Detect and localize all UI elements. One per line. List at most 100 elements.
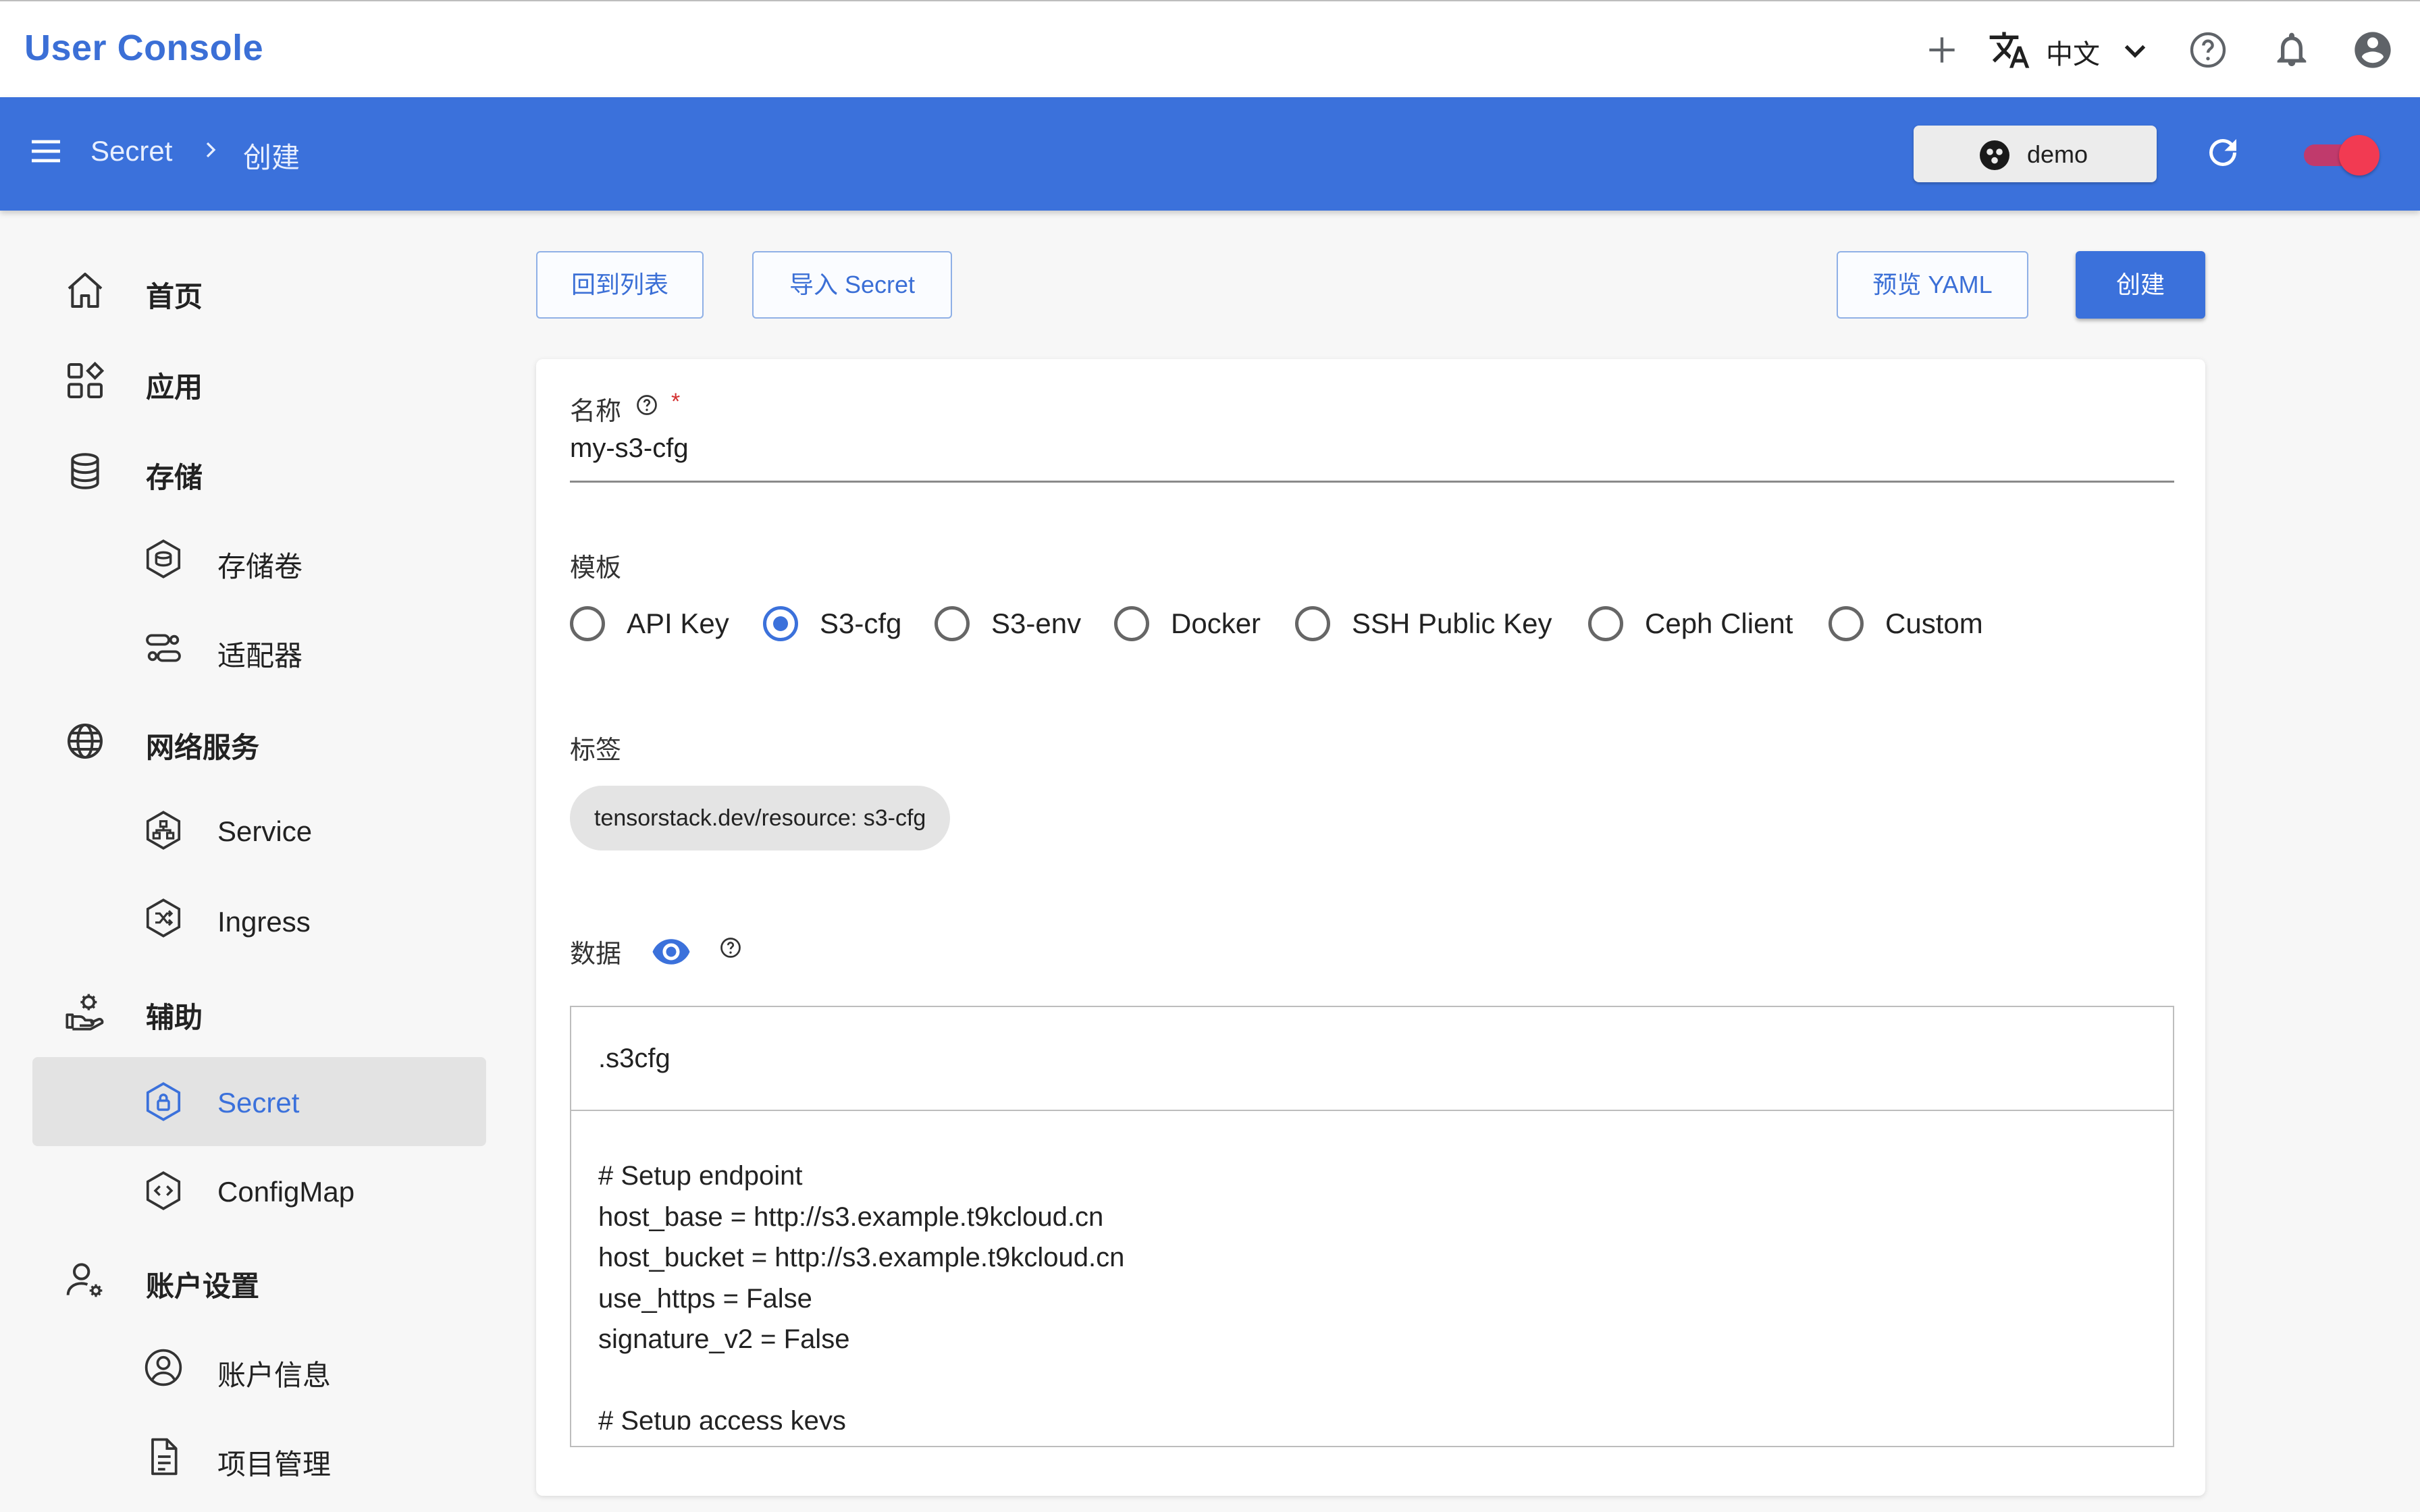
import-secret-button[interactable]: 导入 Secret <box>752 251 952 319</box>
project-icon <box>1978 139 2011 171</box>
code-line: # Setup access keys <box>598 1406 846 1430</box>
account-circle-icon[interactable] <box>2351 28 2394 72</box>
sidebar-item-network[interactable]: 网络服务 <box>32 697 486 786</box>
project-selector-button[interactable]: demo <box>1914 126 2157 182</box>
code-line: host_base = http://s3.example.t9kcloud.c… <box>598 1202 1104 1232</box>
sidebar-item-label: 首页 <box>146 281 203 313</box>
back-to-list-button[interactable]: 回到列表 <box>536 251 704 319</box>
sidebar-item-label: Service <box>217 815 313 847</box>
menu-icon[interactable] <box>27 132 65 170</box>
radio-button <box>1295 606 1330 641</box>
volume-icon <box>142 537 185 580</box>
template-label: 模板 <box>570 554 622 583</box>
sidebar-item-label: 应用 <box>146 371 203 403</box>
labels-label: 标签 <box>570 736 622 765</box>
ingress-icon <box>142 896 185 940</box>
page-header: Secret 创建 demo <box>0 97 2420 211</box>
sidebar-item-label: 存储卷 <box>217 551 303 583</box>
configmap-icon <box>142 1169 185 1212</box>
code-line: # Setup endpoint <box>598 1161 803 1191</box>
translate-icon[interactable] <box>1988 28 2031 72</box>
data-editor: .s3cfg # Setup endpoint host_base = http… <box>570 1006 2174 1447</box>
radio-button <box>570 606 605 641</box>
breadcrumb-current: 创建 <box>243 142 300 173</box>
breadcrumb-secret[interactable]: Secret <box>90 135 172 167</box>
sidebar-item-label: 网络服务 <box>146 732 260 763</box>
name-input-underline <box>570 481 2174 483</box>
help-icon[interactable] <box>718 936 743 960</box>
radio-button-checked <box>763 606 798 641</box>
required-asterisk: * <box>671 389 681 414</box>
theme-toggle[interactable] <box>2300 135 2381 176</box>
name-label: 名称 <box>570 398 622 426</box>
plus-icon[interactable] <box>1920 28 1964 72</box>
sidebar-item-secret[interactable]: Secret <box>32 1057 486 1146</box>
assist-icon <box>63 990 107 1033</box>
project-name: demo <box>2027 140 2088 168</box>
sidebar-item-storage[interactable]: 存储 <box>32 427 486 516</box>
label-chip[interactable]: tensorstack.dev/resource: s3-cfg <box>570 786 951 850</box>
sidebar-item-project-manage[interactable]: 项目管理 <box>32 1415 486 1504</box>
sidebar-item-assist[interactable]: 辅助 <box>32 967 486 1056</box>
radio-button <box>1588 606 1623 641</box>
eye-icon[interactable] <box>651 932 691 972</box>
code-line: signature_v2 = False <box>598 1324 850 1354</box>
project-manage-icon <box>142 1435 185 1478</box>
sidebar-item-label: Ingress <box>217 906 311 938</box>
radio-label: S3-cfg <box>820 608 902 639</box>
radio-label: SSH Public Key <box>1352 608 1552 639</box>
sidebar-item-label: 项目管理 <box>217 1449 332 1480</box>
radio-button <box>935 606 970 641</box>
create-button[interactable]: 创建 <box>2076 251 2205 319</box>
radio-button <box>1114 606 1149 641</box>
radio-label: Ceph Client <box>1645 608 1793 639</box>
adapter-icon <box>142 626 185 670</box>
sidebar-item-ingress[interactable]: Ingress <box>32 876 486 965</box>
sidebar-item-apps[interactable]: 应用 <box>32 336 486 425</box>
chevron-right-icon <box>197 135 224 165</box>
data-label: 数据 <box>570 940 622 969</box>
sidebar: 首页 应用 存储 存储卷 适配器 网络服务 Service Ingress 辅助… <box>0 211 513 1512</box>
radio-label: Custom <box>1885 608 1983 639</box>
sidebar-item-service[interactable]: Service <box>32 786 486 875</box>
data-value-textarea[interactable]: # Setup endpoint host_base = http://s3.e… <box>598 1156 2084 1430</box>
sidebar-item-configmap[interactable]: ConfigMap <box>32 1146 486 1235</box>
top-bar: User Console 中文 <box>0 0 2420 97</box>
secret-icon <box>142 1080 185 1123</box>
app-title[interactable]: User Console <box>24 27 263 69</box>
sidebar-item-account-settings[interactable]: 账户设置 <box>32 1235 486 1324</box>
name-input[interactable]: my-s3-cfg <box>570 433 689 464</box>
bell-icon[interactable] <box>2270 28 2313 72</box>
secret-form-card: 名称 * my-s3-cfg 模板 API Key S3-cfg S3-env … <box>536 359 2205 1496</box>
sidebar-item-adapters[interactable]: 适配器 <box>32 606 486 695</box>
sidebar-item-label: 适配器 <box>217 640 303 672</box>
sidebar-item-label: 账户设置 <box>146 1270 260 1302</box>
code-line: use_https = False <box>598 1283 812 1314</box>
help-icon[interactable] <box>2186 28 2230 72</box>
sidebar-item-label: ConfigMap <box>217 1176 355 1208</box>
sidebar-item-account-info[interactable]: 账户信息 <box>32 1326 486 1415</box>
refresh-icon[interactable] <box>2203 132 2243 173</box>
data-key-input[interactable]: .s3cfg <box>598 1044 670 1074</box>
service-icon <box>142 809 185 852</box>
chevron-down-icon[interactable] <box>2113 28 2157 72</box>
radio-label: API Key <box>627 608 729 639</box>
radio-label: S3-env <box>991 608 1082 639</box>
radio-button <box>1829 606 1864 641</box>
account-settings-icon <box>63 1258 107 1301</box>
help-icon[interactable] <box>635 393 659 417</box>
data-key-row[interactable]: .s3cfg <box>571 1007 2173 1111</box>
code-line: host_bucket = http://s3.example.t9kcloud… <box>598 1243 1125 1272</box>
preview-yaml-button[interactable]: 预览 YAML <box>1837 251 2028 319</box>
language-selector[interactable]: 中文 <box>2046 32 2100 72</box>
sidebar-item-label: 存储 <box>146 462 203 493</box>
sidebar-item-home[interactable]: 首页 <box>32 246 486 335</box>
home-icon <box>63 269 107 312</box>
sidebar-item-volumes[interactable]: 存储卷 <box>32 517 486 606</box>
database-icon <box>63 450 107 493</box>
sidebar-item-label: 辅助 <box>146 1002 203 1033</box>
sidebar-item-label: 账户信息 <box>217 1359 332 1391</box>
apps-icon <box>63 359 107 402</box>
radio-label: Docker <box>1171 608 1261 639</box>
